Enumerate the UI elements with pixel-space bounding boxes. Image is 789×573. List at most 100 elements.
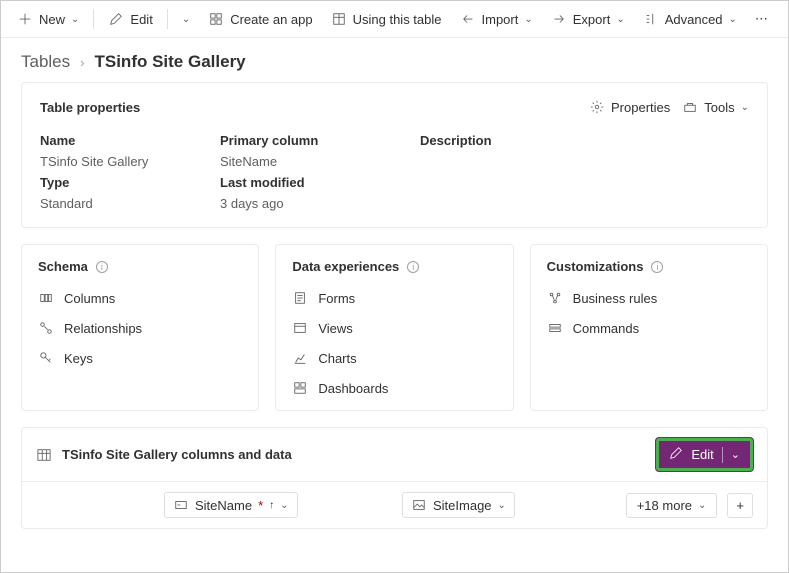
- table-icon: [36, 447, 52, 463]
- breadcrumb-root[interactable]: Tables: [21, 52, 70, 72]
- key-icon: [38, 350, 54, 366]
- edit-button[interactable]: Edit: [100, 7, 160, 31]
- chevron-down-icon: ⌄: [698, 500, 706, 511]
- prop-value-modified: 3 days ago: [220, 196, 420, 211]
- more-columns-button[interactable]: +18 more ⌄: [626, 493, 718, 518]
- dashboards-link[interactable]: Dashboards: [292, 380, 496, 396]
- export-label: Export: [573, 12, 611, 27]
- chevron-down-icon: ⌄: [616, 14, 624, 25]
- pencil-icon: [108, 11, 124, 27]
- info-icon[interactable]: i: [96, 261, 108, 273]
- schema-keys-link[interactable]: Keys: [38, 350, 242, 366]
- link-label: Columns: [64, 291, 115, 306]
- prop-value-primary: SiteName: [220, 154, 420, 169]
- commands-link[interactable]: Commands: [547, 320, 751, 336]
- export-icon: [551, 11, 567, 27]
- chevron-down-icon: ⌄: [182, 14, 190, 25]
- import-label: Import: [482, 12, 519, 27]
- prop-value-description: [420, 154, 749, 169]
- link-label: Commands: [573, 321, 639, 336]
- link-label: Views: [318, 321, 352, 336]
- divider: [93, 9, 94, 29]
- rules-icon: [547, 290, 563, 306]
- column-header-sitename[interactable]: SiteName * ↑ ⌄: [164, 492, 298, 518]
- views-link[interactable]: Views: [292, 320, 496, 336]
- advanced-icon: [643, 11, 659, 27]
- link-label: Forms: [318, 291, 355, 306]
- link-label: Keys: [64, 351, 93, 366]
- customizations-card: Customizations i Business rules Commands: [530, 244, 768, 411]
- plus-icon: [17, 11, 33, 27]
- edit-data-label: Edit: [691, 447, 713, 462]
- command-bar: New ⌄ Edit ⌄ Create an app Using this ta…: [1, 1, 788, 38]
- info-icon[interactable]: i: [651, 261, 663, 273]
- content-area: Table properties Properties Tools ⌄ Name…: [1, 82, 788, 549]
- data-experiences-card: Data experiences i Forms Views Charts: [275, 244, 513, 411]
- text-icon: [173, 497, 189, 513]
- chart-icon: [292, 350, 308, 366]
- sort-up-icon: ↑: [269, 500, 274, 511]
- edit-data-button[interactable]: Edit ⌄: [656, 438, 753, 471]
- tools-button[interactable]: Tools ⌄: [682, 99, 749, 115]
- link-label: Business rules: [573, 291, 658, 306]
- schema-columns-link[interactable]: Columns: [38, 290, 242, 306]
- advanced-label: Advanced: [665, 12, 723, 27]
- prop-value-type: Standard: [40, 196, 220, 211]
- add-column-button[interactable]: +: [727, 493, 753, 518]
- table-properties-card: Table properties Properties Tools ⌄ Name…: [21, 82, 768, 228]
- schema-title: Schema: [38, 259, 88, 274]
- edit-dropdown[interactable]: ⌄: [174, 10, 198, 29]
- link-label: Charts: [318, 351, 356, 366]
- import-icon: [460, 11, 476, 27]
- toolbox-icon: [682, 99, 698, 115]
- properties-button[interactable]: Properties: [589, 99, 670, 115]
- new-button[interactable]: New ⌄: [9, 7, 87, 31]
- table-icon: [331, 11, 347, 27]
- business-rules-link[interactable]: Business rules: [547, 290, 751, 306]
- column-header-siteimage[interactable]: SiteImage ⌄: [402, 492, 515, 518]
- chevron-down-icon[interactable]: ⌄: [731, 448, 740, 461]
- view-icon: [292, 320, 308, 336]
- link-label: Dashboards: [318, 381, 388, 396]
- tools-label: Tools: [704, 100, 734, 115]
- column-label: SiteImage: [433, 498, 492, 513]
- using-table-label: Using this table: [353, 12, 442, 27]
- app-icon: [208, 11, 224, 27]
- overflow-button[interactable]: ⋯: [747, 7, 776, 31]
- import-button[interactable]: Import ⌄: [452, 7, 541, 31]
- divider: [167, 9, 168, 29]
- charts-link[interactable]: Charts: [292, 350, 496, 366]
- data-exp-title: Data experiences: [292, 259, 399, 274]
- link-label: Relationships: [64, 321, 142, 336]
- commands-icon: [547, 320, 563, 336]
- data-grid-section: TSinfo Site Gallery columns and data Edi…: [21, 427, 768, 529]
- customizations-title: Customizations: [547, 259, 644, 274]
- using-table-button[interactable]: Using this table: [323, 7, 450, 31]
- pencil-icon: [669, 446, 683, 463]
- chevron-right-icon: ›: [80, 55, 84, 70]
- prop-label-primary: Primary column: [220, 133, 420, 148]
- chevron-down-icon: ⌄: [729, 14, 737, 25]
- prop-label-modified: Last modified: [220, 175, 420, 190]
- chevron-down-icon: ⌄: [71, 14, 79, 25]
- chevron-down-icon: ⌄: [524, 14, 532, 25]
- schema-card: Schema i Columns Relationships Keys: [21, 244, 259, 411]
- forms-link[interactable]: Forms: [292, 290, 496, 306]
- advanced-button[interactable]: Advanced ⌄: [635, 7, 745, 31]
- info-icon[interactable]: i: [407, 261, 419, 273]
- column-label: SiteName: [195, 498, 252, 513]
- gear-icon: [589, 99, 605, 115]
- create-app-button[interactable]: Create an app: [200, 7, 320, 31]
- prop-label-type: Type: [40, 175, 220, 190]
- properties-label: Properties: [611, 100, 670, 115]
- plus-icon: +: [736, 498, 744, 513]
- column-header-row: SiteName * ↑ ⌄ SiteImage ⌄ +18 more ⌄ +: [22, 482, 767, 528]
- relationships-icon: [38, 320, 54, 336]
- columns-icon: [38, 290, 54, 306]
- breadcrumb-current: TSinfo Site Gallery: [94, 52, 245, 72]
- dashboard-icon: [292, 380, 308, 396]
- export-button[interactable]: Export ⌄: [543, 7, 633, 31]
- edit-label: Edit: [130, 12, 152, 27]
- more-columns-label: +18 more: [637, 498, 692, 513]
- schema-relationships-link[interactable]: Relationships: [38, 320, 242, 336]
